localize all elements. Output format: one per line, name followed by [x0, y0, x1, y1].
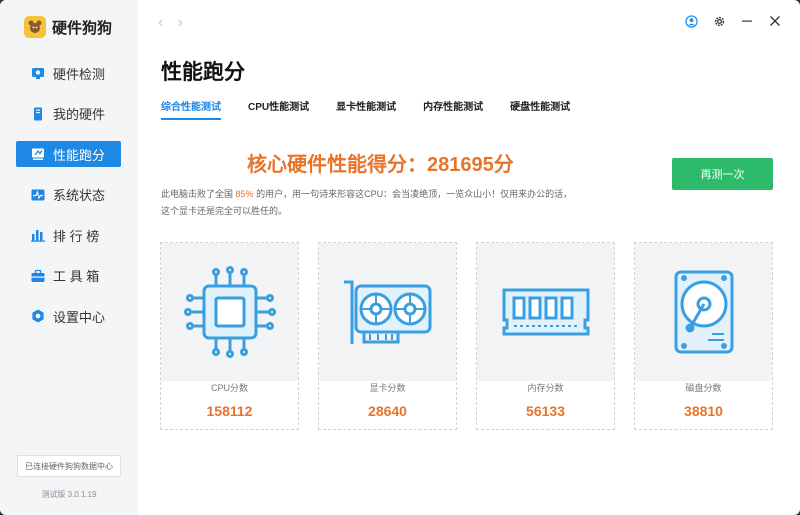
gpu-illustration [319, 243, 456, 381]
desc-line2: 这个显卡还是完全可以胜任的。 [161, 206, 288, 216]
window-controls [684, 14, 782, 28]
tab-gpu-benchmark[interactable]: 显卡性能测试 [336, 98, 396, 120]
tab-cpu-benchmark[interactable]: CPU性能测试 [248, 98, 309, 120]
cpu-illustration [161, 243, 298, 381]
disk-icon [674, 270, 733, 354]
desc-prefix: 此电脑击败了全国 [161, 189, 234, 199]
sidebar-item-label: 设置中心 [53, 309, 106, 325]
card-value: 158112 [206, 403, 253, 419]
hardware-scan-icon [31, 66, 45, 80]
sidebar-item-label: 我的硬件 [53, 107, 106, 122]
disk-illustration [635, 243, 772, 381]
cpu-score-card: CPU分数 158112 [160, 242, 299, 430]
tab-memory-benchmark[interactable]: 内存性能测试 [423, 98, 483, 120]
page-title: 性能跑分 [161, 61, 245, 84]
memory-illustration [477, 243, 614, 381]
gear-icon[interactable] [712, 14, 726, 28]
cpu-icon [183, 266, 276, 358]
card-label: CPU分数 [210, 383, 248, 393]
memory-icon [502, 288, 589, 336]
user-icon[interactable] [684, 14, 698, 28]
settings-center-icon [31, 309, 45, 323]
history-navigation: ‹ › [158, 14, 183, 32]
benchmark-tabs: 综合性能测试 CPU性能测试 显卡性能测试 内存性能测试 硬盘性能测试 [161, 98, 597, 120]
sidebar-item-label: 性能跑分 [53, 147, 106, 163]
dog-logo-icon [24, 16, 46, 38]
app-name: 硬件狗狗 [52, 19, 113, 37]
data-center-connection-button[interactable]: 已连接硬件狗狗数据中心 [17, 455, 121, 477]
app-window: 硬件狗狗 硬件检测 我的硬件 性能跑分 系统状态 排 行 榜 工 具 箱 设置中… [0, 0, 800, 515]
sidebar-item-label: 系统状态 [53, 188, 106, 203]
forward-arrow-icon[interactable]: › [177, 14, 182, 32]
sidebar: 硬件狗狗 硬件检测 我的硬件 性能跑分 系统状态 排 行 榜 工 具 箱 设置中… [0, 0, 138, 515]
gpu-icon [343, 280, 431, 344]
sidebar-item-my-hardware[interactable]: 我的硬件 [16, 101, 121, 127]
retest-button[interactable]: 再测一次 [672, 158, 773, 190]
sidebar-item-label: 排 行 榜 [53, 228, 100, 244]
disk-score-card: 磁盘分数 38810 [634, 242, 773, 430]
sidebar-item-system-status[interactable]: 系统状态 [16, 182, 121, 208]
sidebar-item-ranking[interactable]: 排 行 榜 [16, 222, 121, 248]
card-value: 28640 [368, 403, 407, 419]
card-label: 磁盘分数 [685, 383, 722, 393]
benchmark-icon [31, 147, 45, 161]
card-value: 38810 [684, 403, 723, 419]
minimize-icon[interactable] [740, 14, 754, 28]
close-icon[interactable] [768, 14, 782, 28]
sidebar-item-benchmark[interactable]: 性能跑分 [16, 141, 121, 167]
sidebar-item-settings-center[interactable]: 设置中心 [16, 303, 121, 329]
system-status-icon [31, 188, 45, 202]
sidebar-item-hardware-scan[interactable]: 硬件检测 [16, 60, 121, 86]
brand: 硬件狗狗 [24, 16, 112, 38]
sidebar-item-toolbox[interactable]: 工 具 箱 [16, 263, 121, 289]
total-score: 核心硬件性能得分：281695分 [247, 154, 514, 176]
gpu-score-card: 显卡分数 28640 [318, 242, 457, 430]
version-label: 测试版 3.0.1.19 [41, 490, 97, 499]
card-value: 56133 [526, 403, 565, 419]
sidebar-nav: 硬件检测 我的硬件 性能跑分 系统状态 排 行 榜 工 具 箱 设置中心 [16, 60, 121, 344]
tab-overall-benchmark[interactable]: 综合性能测试 [161, 98, 221, 120]
back-arrow-icon[interactable]: ‹ [158, 14, 163, 32]
card-label: 内存分数 [527, 383, 564, 393]
tab-disk-benchmark[interactable]: 硬盘性能测试 [510, 98, 570, 120]
card-label: 显卡分数 [369, 383, 406, 393]
sidebar-item-label: 硬件检测 [53, 66, 106, 82]
toolbox-icon [31, 269, 45, 283]
memory-score-card: 内存分数 56133 [476, 242, 615, 430]
sidebar-item-label: 工 具 箱 [53, 269, 100, 284]
beat-percentage: 85% [235, 189, 254, 199]
ranking-icon [31, 228, 45, 242]
desc-suffix: 的用户，用一句诗来形容这CPU：会当凌绝顶，一览众山小！仅用来办公的话， [256, 189, 573, 199]
score-description: 此电脑击败了全国 85% 的用户，用一句诗来形容这CPU：会当凌绝顶，一览众山小… [161, 186, 661, 220]
my-hardware-icon [31, 107, 45, 121]
